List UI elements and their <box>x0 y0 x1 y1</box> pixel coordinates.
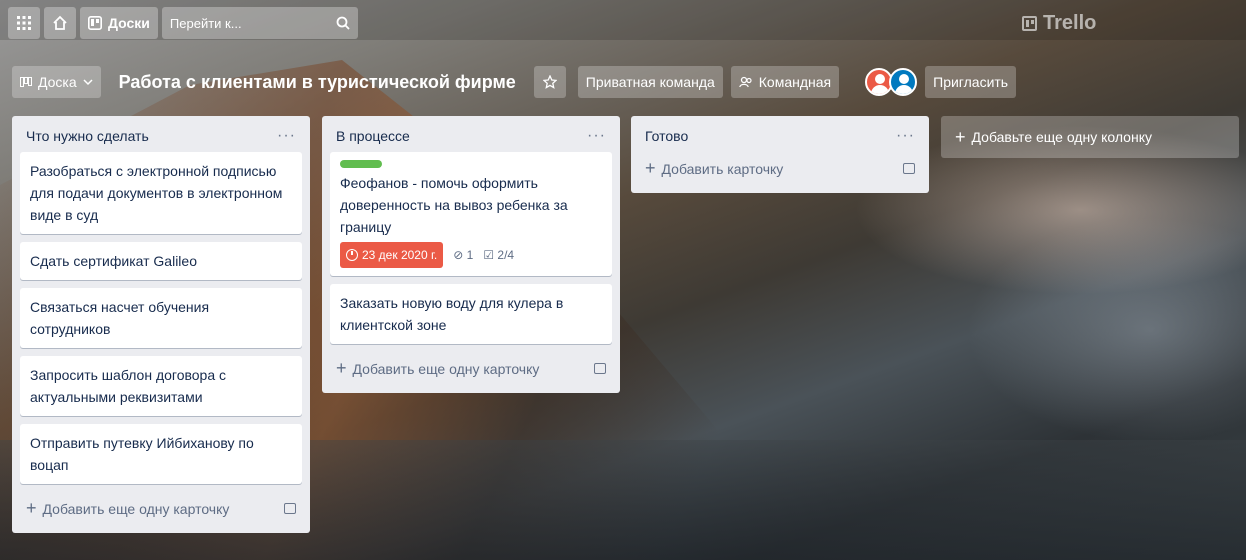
trello-logo-icon <box>1022 16 1037 31</box>
invite-button[interactable]: Пригласить <box>925 66 1017 98</box>
star-icon <box>542 75 557 89</box>
list-header[interactable]: Что нужно сделать ··· <box>20 120 302 152</box>
list-done[interactable]: Готово ··· + Добавить карточку <box>631 116 929 193</box>
attachments-count: 1 <box>466 248 474 262</box>
template-icon[interactable] <box>903 163 915 174</box>
more-icon[interactable]: ··· <box>587 127 606 145</box>
card-title: Феофанов - помочь оформить доверенность … <box>340 175 568 235</box>
plus-icon: + <box>645 158 656 178</box>
list-header[interactable]: Готово ··· <box>639 120 921 152</box>
boards-button[interactable]: Доски <box>80 7 158 39</box>
chevron-down-icon <box>83 79 93 86</box>
trello-logo[interactable]: Trello <box>1022 12 1096 35</box>
add-card-label: Добавить карточку <box>661 161 784 177</box>
card[interactable]: Запросить шаблон договора с актуальными … <box>20 356 302 416</box>
invite-label: Пригласить <box>933 74 1009 90</box>
add-card-button[interactable]: + Добавить еще одну карточку <box>20 492 302 525</box>
card-title: Заказать новую воду для кулера в клиентс… <box>340 295 564 333</box>
search-icon <box>336 16 350 30</box>
avatar[interactable] <box>889 68 918 96</box>
visibility-button[interactable]: Командная <box>730 66 840 98</box>
add-column-label: Добавьте еще одну колонку <box>971 129 1152 145</box>
list-title[interactable]: В процессе <box>336 128 410 144</box>
team-label: Приватная команда <box>585 74 715 90</box>
plus-icon: + <box>955 126 966 147</box>
view-switcher-button[interactable]: Доска <box>12 66 101 98</box>
grid-icon <box>17 16 31 30</box>
home-icon <box>53 15 67 30</box>
template-icon[interactable] <box>594 363 606 374</box>
list-header[interactable]: В процессе ··· <box>330 120 612 152</box>
apps-button[interactable] <box>8 7 40 39</box>
boards-label: Доски <box>108 15 150 31</box>
home-button[interactable] <box>44 7 76 39</box>
card[interactable]: Сдать сертификат Galileo <box>20 242 302 280</box>
add-card-button[interactable]: + Добавить еще одну карточку <box>330 352 612 385</box>
paperclip-icon: ⊘ <box>453 248 464 262</box>
checklist-badge: ☑ 2/4 <box>483 244 514 266</box>
visibility-label: Командная <box>758 74 832 90</box>
board-title-text: Работа с клиентами в туристической фирме <box>118 71 516 92</box>
list-title[interactable]: Что нужно сделать <box>26 128 149 144</box>
team-button[interactable]: Приватная команда <box>577 66 723 98</box>
members <box>865 68 918 96</box>
add-card-label: Добавить еще одну карточку <box>352 361 540 377</box>
board-view-icon <box>20 77 32 87</box>
checklist-count: 2/4 <box>497 248 515 262</box>
list-title[interactable]: Готово <box>645 128 688 144</box>
checklist-icon: ☑ <box>483 248 495 262</box>
add-card-label: Добавить еще одну карточку <box>42 501 230 517</box>
clock-icon <box>346 249 358 261</box>
board-icon <box>88 16 102 30</box>
card[interactable]: Связаться насчет обучения сотрудников <box>20 288 302 348</box>
card-title: Отправить путевку Ийбиханову по воцап <box>30 435 254 473</box>
list-todo[interactable]: Что нужно сделать ··· Разобраться с элек… <box>12 116 310 533</box>
view-label: Доска <box>38 74 77 90</box>
due-date-badge[interactable]: 23 дек 2020 г. <box>340 242 444 268</box>
due-date: 23 дек 2020 г. <box>362 248 438 262</box>
template-icon[interactable] <box>284 503 296 514</box>
board-title[interactable]: Работа с клиентами в туристической фирме <box>109 66 526 98</box>
card-title: Связаться насчет обучения сотрудников <box>30 299 210 337</box>
plus-icon: + <box>26 498 37 518</box>
attachments-badge: ⊘ 1 <box>453 244 473 266</box>
star-button[interactable] <box>533 66 566 98</box>
search-input[interactable]: Перейти к... <box>161 7 358 39</box>
add-card-button[interactable]: + Добавить карточку <box>639 152 921 185</box>
card[interactable]: Феофанов - помочь оформить доверенность … <box>330 152 612 276</box>
more-icon[interactable]: ··· <box>896 127 915 145</box>
card[interactable]: Отправить путевку Ийбиханову по воцап <box>20 424 302 484</box>
add-column-button[interactable]: + Добавьте еще одну колонку <box>941 116 1239 158</box>
card-title: Сдать сертификат Galileo <box>30 253 197 269</box>
card-label-green[interactable] <box>340 160 382 168</box>
plus-icon: + <box>336 358 347 378</box>
card[interactable]: Заказать новую воду для кулера в клиентс… <box>330 284 612 344</box>
list-in-progress[interactable]: В процессе ··· Феофанов - помочь оформит… <box>322 116 620 393</box>
team-icon <box>738 76 752 88</box>
card-title: Разобраться с электронной подписью для п… <box>30 163 283 223</box>
more-icon[interactable]: ··· <box>277 127 296 145</box>
card-badges: 23 дек 2020 г. ⊘ 1 ☑ 2/4 <box>340 242 602 268</box>
logo-text: Trello <box>1043 12 1097 34</box>
search-placeholder: Перейти к... <box>169 15 242 31</box>
card-title: Запросить шаблон договора с актуальными … <box>30 367 227 405</box>
card[interactable]: Разобраться с электронной подписью для п… <box>20 152 302 234</box>
board-header: Доска Работа с клиентами в туристической… <box>0 64 1246 100</box>
